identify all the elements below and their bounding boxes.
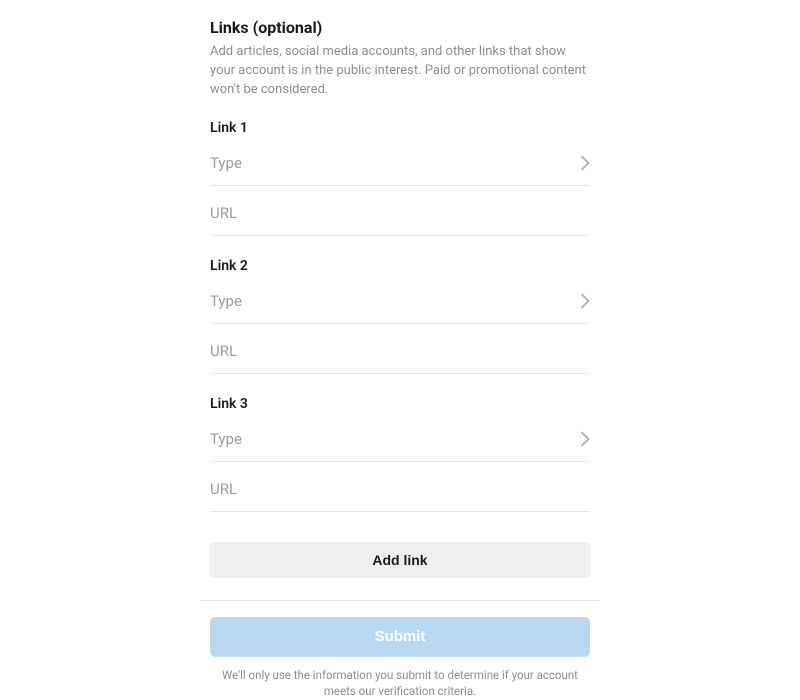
footer-note: We'll only use the information you submi…: [210, 667, 590, 699]
link-label: Link 1: [210, 120, 590, 136]
link-type-selector[interactable]: Type: [210, 142, 590, 186]
chevron-right-icon: [580, 293, 590, 309]
section-title: Links (optional): [210, 18, 590, 37]
type-placeholder: Type: [210, 154, 242, 172]
chevron-right-icon: [580, 431, 590, 447]
type-placeholder: Type: [210, 430, 242, 448]
link-group-1: Link 1 Type URL: [210, 120, 590, 236]
link-url-input[interactable]: URL: [210, 330, 590, 374]
links-section: Links (optional) Add articles, social me…: [210, 0, 590, 699]
link-group-2: Link 2 Type URL: [210, 258, 590, 374]
add-link-button[interactable]: Add link: [210, 542, 590, 578]
url-placeholder: URL: [210, 480, 237, 498]
url-placeholder: URL: [210, 204, 237, 222]
link-group-3: Link 3 Type URL: [210, 396, 590, 512]
type-placeholder: Type: [210, 292, 242, 310]
link-type-selector[interactable]: Type: [210, 280, 590, 324]
link-url-input[interactable]: URL: [210, 468, 590, 512]
submit-button[interactable]: Submit: [210, 617, 590, 657]
divider: [200, 600, 600, 601]
section-description: Add articles, social media accounts, and…: [210, 43, 590, 100]
link-url-input[interactable]: URL: [210, 192, 590, 236]
chevron-right-icon: [580, 155, 590, 171]
link-label: Link 2: [210, 258, 590, 274]
link-type-selector[interactable]: Type: [210, 418, 590, 462]
url-placeholder: URL: [210, 342, 237, 360]
link-label: Link 3: [210, 396, 590, 412]
